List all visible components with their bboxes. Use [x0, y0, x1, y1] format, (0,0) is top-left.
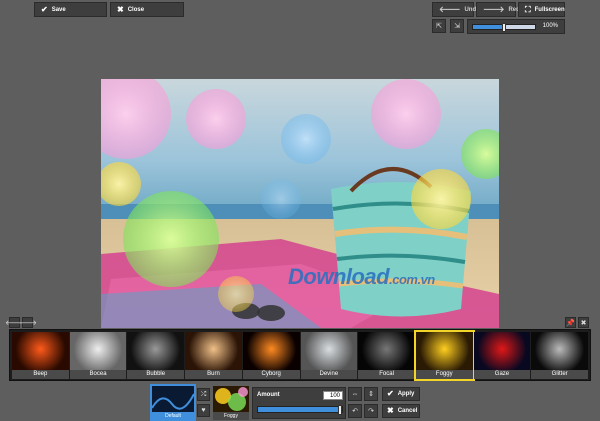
filter-thumbnail[interactable]: Foggy: [413, 330, 475, 381]
arrow-right-icon: 🡒: [483, 4, 505, 14]
cancel-button[interactable]: ✖ Cancel: [382, 404, 420, 418]
filter-label: Foggy: [415, 370, 473, 379]
watermark-main: Download: [288, 264, 390, 289]
next-filters-button[interactable]: 🡒: [18, 317, 37, 328]
fullscreen-button[interactable]: ⛶ Fullscreen: [518, 2, 565, 17]
close-strip-button[interactable]: ✖: [578, 317, 589, 328]
filter-label: Glitter: [531, 370, 589, 379]
amount-slider-fill: [258, 407, 342, 412]
save-label: Save: [51, 6, 66, 13]
zoom-in-button[interactable]: ⇲: [450, 19, 464, 33]
filter-preview: [242, 332, 300, 370]
close-label: Close: [127, 6, 145, 13]
filter-thumbnail[interactable]: Devine: [300, 332, 358, 379]
filter-thumbnail[interactable]: Bubble: [127, 332, 185, 379]
filter-preview: [300, 332, 358, 370]
default-filter-tile[interactable]: Default: [150, 384, 196, 421]
filter-thumbnail[interactable]: Gaze: [473, 332, 531, 379]
zoom-out-button[interactable]: ⇱: [432, 19, 446, 33]
shrink-icon: ⇱: [436, 23, 442, 30]
expand-icon: ⛶: [525, 4, 531, 14]
check-icon: ✔: [387, 389, 394, 398]
default-label: Default: [152, 412, 194, 420]
filter-thumbnail[interactable]: Glitter: [531, 332, 589, 379]
filter-preview: [415, 332, 473, 370]
rotate-left-icon: ↶: [352, 408, 358, 415]
flip-horizontal-button[interactable]: ⇔: [348, 387, 362, 401]
watermark-suffix: .com.vn: [389, 272, 435, 287]
flip-vertical-icon: ⇕: [368, 391, 374, 398]
filter-label: Bocea: [69, 370, 127, 379]
filter-label: Gaze: [473, 370, 531, 379]
zoom-value: 100%: [542, 23, 558, 29]
x-icon: ✖: [387, 406, 394, 415]
amount-slider-handle[interactable]: [338, 405, 342, 415]
watermark: Download.com.vn: [288, 264, 435, 290]
save-button[interactable]: ✔ Save: [34, 2, 107, 17]
photo-canvas[interactable]: [101, 79, 499, 328]
pin-icon: 📌: [566, 319, 575, 327]
shuffle-icon: ⤮: [200, 390, 207, 398]
photo-image: [101, 79, 499, 328]
filter-preview: [12, 332, 69, 370]
flip-horizontal-icon: ⇔: [351, 390, 359, 398]
filter-thumbnail[interactable]: Cyborg: [242, 332, 300, 379]
filter-preview: [473, 332, 531, 370]
filter-preview: [358, 332, 415, 370]
amount-label: Amount: [257, 392, 280, 398]
filter-thumbnail[interactable]: Bocea: [69, 332, 127, 379]
cancel-label: Cancel: [397, 408, 418, 414]
flip-vertical-button[interactable]: ⇕: [364, 387, 378, 401]
favorite-button[interactable]: ♥: [197, 404, 210, 417]
amount-input[interactable]: 100: [323, 391, 343, 400]
fullscreen-label: Fullscreen: [534, 6, 565, 13]
heart-icon: ♥: [201, 407, 206, 414]
filter-thumbnail[interactable]: Focal: [358, 332, 415, 379]
filter-label: Devine: [300, 370, 358, 379]
rotate-right-button[interactable]: ↷: [364, 404, 378, 418]
filter-preview: [127, 332, 185, 370]
rotate-left-button[interactable]: ↶: [348, 404, 362, 418]
amount-slider[interactable]: [257, 405, 343, 415]
filter-label: Cyborg: [242, 370, 300, 379]
filter-label: Burn: [185, 370, 242, 379]
selected-filter-label: Foggy: [213, 412, 249, 420]
shuffle-button[interactable]: ⤮: [197, 388, 210, 401]
enlarge-icon: ⇲: [454, 23, 460, 30]
zoom-control: 100%: [467, 19, 565, 34]
close-button[interactable]: ✖ Close: [110, 2, 184, 17]
undo-button[interactable]: 🡐 Undo: [432, 2, 480, 17]
apply-button[interactable]: ✔ Apply: [382, 387, 420, 401]
zoom-slider-fill: [473, 25, 504, 29]
filter-preview: [69, 332, 127, 370]
filter-label: Focal: [358, 370, 415, 379]
zoom-slider[interactable]: [472, 23, 536, 32]
filter-label: Beep: [12, 370, 69, 379]
apply-label: Apply: [397, 391, 415, 397]
arrow-right-icon: 🡒: [18, 320, 37, 327]
redo-button[interactable]: 🡒 Redo: [476, 2, 523, 17]
default-thumbnail: [152, 386, 194, 412]
arrow-left-icon: 🡐: [439, 4, 461, 14]
x-icon: ✖: [580, 319, 587, 327]
filter-strip: Beep Bocea Bubble Burn Cyborg Devine Focal Fogg…: [9, 329, 591, 381]
amount-control: Amount 100: [252, 387, 346, 419]
x-icon: ✖: [117, 4, 124, 14]
zoom-slider-handle[interactable]: [502, 23, 506, 32]
filter-label: Bubble: [127, 370, 185, 379]
selected-filter-tile[interactable]: Foggy: [213, 386, 249, 420]
filter-preview: [531, 332, 589, 370]
rotate-right-icon: ↷: [368, 408, 374, 415]
filter-thumbnail[interactable]: Beep: [12, 332, 69, 379]
pin-strip-button[interactable]: 📌: [565, 317, 576, 328]
filter-preview: [185, 332, 242, 370]
selected-thumbnail: [213, 386, 249, 412]
check-icon: ✔: [41, 4, 48, 14]
filter-thumbnail[interactable]: Burn: [185, 332, 242, 379]
